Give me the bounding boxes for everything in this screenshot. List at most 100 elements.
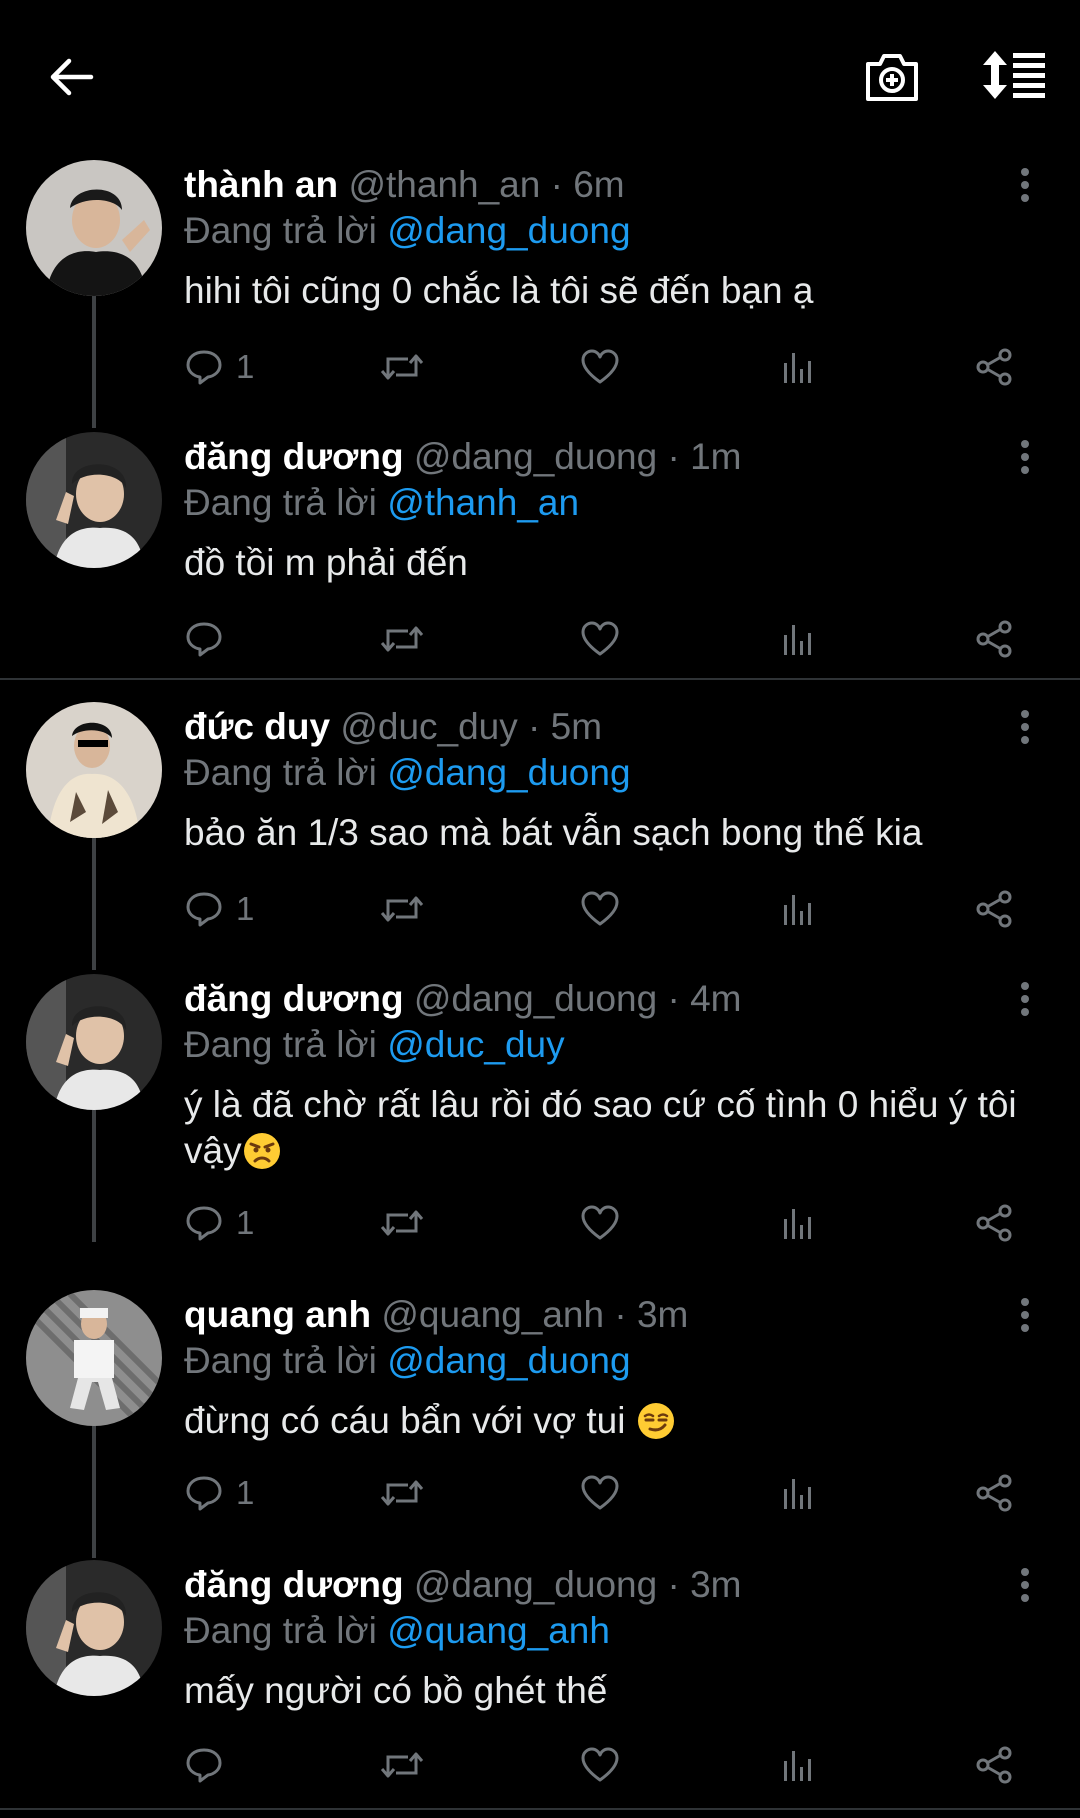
display-name[interactable]: quang anh xyxy=(184,1294,371,1335)
camera-plus-icon[interactable] xyxy=(858,44,926,110)
like-button[interactable] xyxy=(580,342,620,392)
share-button[interactable] xyxy=(974,342,1014,392)
share-button[interactable] xyxy=(974,1468,1014,1518)
user-handle[interactable]: @dang_duong xyxy=(414,978,657,1019)
tweet-text: bảo ăn 1/3 sao mà bát vẫn sạch bong thế … xyxy=(184,812,923,853)
separator: · xyxy=(614,1294,627,1335)
user-handle[interactable]: @quang_anh xyxy=(381,1294,604,1335)
reply-count: 1 xyxy=(236,1204,255,1241)
user-handle[interactable]: @thanh_an xyxy=(348,164,540,205)
retweet-button[interactable] xyxy=(380,884,424,934)
user-handle[interactable]: @dang_duong xyxy=(414,436,657,477)
retweet-icon xyxy=(380,1203,424,1243)
mention-link[interactable]: @dang_duong xyxy=(387,1340,630,1381)
display-name[interactable]: đăng dương xyxy=(184,436,404,477)
smirking-face-emoji xyxy=(637,1403,674,1439)
bar-chart-icon xyxy=(778,889,818,929)
sort-list-icon[interactable] xyxy=(982,46,1048,104)
timestamp[interactable]: 4m xyxy=(690,978,741,1019)
heart-icon xyxy=(580,889,620,929)
avatar[interactable] xyxy=(26,1290,162,1426)
separator: · xyxy=(528,706,541,747)
avatar[interactable] xyxy=(26,160,162,296)
replying-to-label: Đang trả lời xyxy=(184,1610,377,1651)
views-button[interactable] xyxy=(778,884,818,934)
timestamp[interactable]: 1m xyxy=(690,436,741,477)
retweet-button[interactable] xyxy=(380,614,424,664)
reply-button[interactable]: 1 xyxy=(184,1198,254,1248)
mention-link[interactable]: @thanh_an xyxy=(387,482,579,523)
timestamp[interactable]: 5m xyxy=(551,706,602,747)
avatar[interactable] xyxy=(26,1560,162,1696)
replying-to: Đang trả lời @dang_duong xyxy=(184,208,631,254)
display-name[interactable]: đăng dương xyxy=(184,978,404,1019)
reply-button[interactable]: 1 xyxy=(184,1468,254,1518)
retweet-icon xyxy=(380,619,424,659)
share-button[interactable] xyxy=(974,884,1014,934)
timestamp[interactable]: 6m xyxy=(573,164,624,205)
tweet-text-content: ý là đã chờ rất lâu rồi đó sao cứ cố tìn… xyxy=(184,1084,1017,1171)
more-options-icon[interactable] xyxy=(1010,704,1040,750)
tweet-header: đăng dương @dang_duong · 1m xyxy=(184,434,741,480)
like-button[interactable] xyxy=(580,1468,620,1518)
reply-button[interactable] xyxy=(184,1740,236,1790)
more-options-icon[interactable] xyxy=(1010,976,1040,1022)
replying-to: Đang trả lời @dang_duong xyxy=(184,1338,631,1384)
avatar[interactable] xyxy=(26,974,162,1110)
reply-icon xyxy=(184,889,224,929)
tweet-header: đăng dương @dang_duong · 4m xyxy=(184,976,741,1022)
like-button[interactable] xyxy=(580,884,620,934)
more-options-icon[interactable] xyxy=(1010,1562,1040,1608)
mention-link[interactable]: @quang_anh xyxy=(387,1610,610,1651)
angry-face-emoji xyxy=(243,1133,280,1169)
like-button[interactable] xyxy=(580,1740,620,1790)
retweet-button[interactable] xyxy=(380,342,424,392)
display-name[interactable]: đức duy xyxy=(184,706,330,747)
retweet-button[interactable] xyxy=(380,1198,424,1248)
heart-icon xyxy=(580,1203,620,1243)
retweet-button[interactable] xyxy=(380,1468,424,1518)
display-name[interactable]: thành an xyxy=(184,164,338,205)
views-button[interactable] xyxy=(778,1198,818,1248)
replying-to: Đang trả lời @dang_duong xyxy=(184,750,631,796)
replying-to-label: Đang trả lời xyxy=(184,482,377,523)
avatar[interactable] xyxy=(26,432,162,568)
mention-link[interactable]: @dang_duong xyxy=(387,210,630,251)
heart-icon xyxy=(580,619,620,659)
reply-button[interactable]: 1 xyxy=(184,884,254,934)
user-handle[interactable]: @dang_duong xyxy=(414,1564,657,1605)
display-name[interactable]: đăng dương xyxy=(184,1564,404,1605)
reply-button[interactable]: 1 xyxy=(184,342,254,392)
like-button[interactable] xyxy=(580,614,620,664)
tweet-text-content: đừng có cáu bẩn với vợ tui xyxy=(184,1400,636,1441)
arrow-left-icon[interactable] xyxy=(40,45,104,109)
tweet-actions: 1 xyxy=(184,342,1024,392)
mention-link[interactable]: @dang_duong xyxy=(387,752,630,793)
timestamp[interactable]: 3m xyxy=(637,1294,688,1335)
reply-button[interactable] xyxy=(184,614,236,664)
views-button[interactable] xyxy=(778,1740,818,1790)
mention-link[interactable]: @duc_duy xyxy=(387,1024,564,1065)
heart-icon xyxy=(580,347,620,387)
user-handle[interactable]: @duc_duy xyxy=(340,706,517,747)
views-button[interactable] xyxy=(778,1468,818,1518)
more-options-icon[interactable] xyxy=(1010,434,1040,480)
reply-count: 1 xyxy=(236,890,255,927)
share-button[interactable] xyxy=(974,614,1014,664)
separator: · xyxy=(667,1564,680,1605)
separator: · xyxy=(550,164,563,205)
views-button[interactable] xyxy=(778,614,818,664)
avatar[interactable] xyxy=(26,702,162,838)
tweet-text: hihi tôi cũng 0 chắc là tôi sẽ đến bạn ạ xyxy=(184,270,814,311)
timestamp[interactable]: 3m xyxy=(690,1564,741,1605)
retweet-button[interactable] xyxy=(380,1740,424,1790)
views-button[interactable] xyxy=(778,342,818,392)
share-icon xyxy=(974,1203,1014,1243)
share-button[interactable] xyxy=(974,1740,1014,1790)
heart-icon xyxy=(580,1745,620,1785)
like-button[interactable] xyxy=(580,1198,620,1248)
share-button[interactable] xyxy=(974,1198,1014,1248)
more-options-icon[interactable] xyxy=(1010,1292,1040,1338)
share-icon xyxy=(974,619,1014,659)
more-options-icon[interactable] xyxy=(1010,162,1040,208)
